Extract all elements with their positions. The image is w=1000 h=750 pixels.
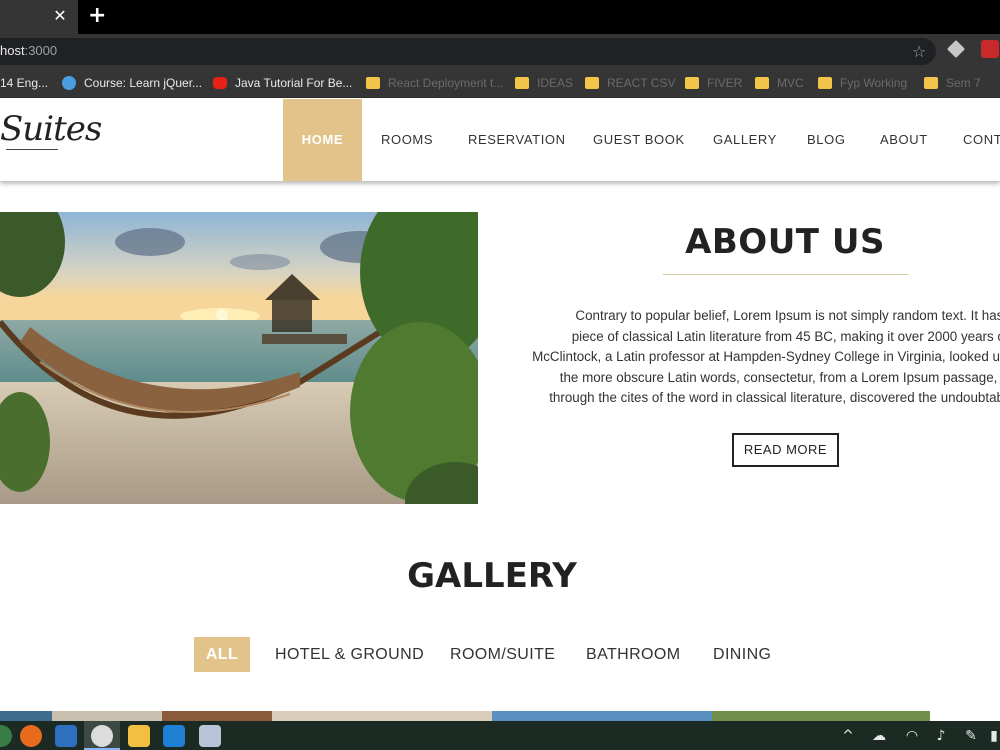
folder-icon: [585, 77, 599, 89]
bookmark-item[interactable]: Course: Learn jQuer...: [62, 74, 202, 92]
bookmark-item[interactable]: Sem 7: [924, 74, 981, 92]
folder-icon: [515, 77, 529, 89]
folder-icon: [366, 77, 380, 89]
bookmark-label: REACT CSV: [607, 76, 676, 90]
close-tab-icon[interactable]: ✕: [52, 8, 68, 24]
app-icon[interactable]: [199, 725, 221, 747]
nav-guest-book[interactable]: GUEST BOOK: [593, 99, 685, 181]
read-more-button[interactable]: READ MORE: [732, 433, 839, 467]
gallery-title: GALLERY: [407, 556, 577, 596]
site-header: Suites HOME ROOMS RESERVATION GUEST BOOK…: [0, 99, 1000, 181]
nav-reservation[interactable]: RESERVATION: [468, 99, 566, 181]
gallery-thumbnail[interactable]: [712, 711, 930, 721]
extension-red-icon[interactable]: [981, 40, 999, 58]
about-line: piece of classical Latin literature from…: [571, 328, 1000, 344]
bookmark-label: Fyp Working: [840, 76, 908, 90]
bookmark-item[interactable]: FIVER: [685, 74, 742, 92]
bookmark-item[interactable]: React Deployment t...: [366, 74, 503, 92]
folder-icon: [818, 77, 832, 89]
bookmark-item[interactable]: 14 Eng...: [0, 74, 48, 92]
gallery-filter-dining[interactable]: DINING: [713, 637, 771, 672]
about-line: McClintock, a Latin professor at Hampden…: [532, 349, 1000, 365]
nav-blog[interactable]: BLOG: [807, 99, 846, 181]
gallery-filter-hotel-ground[interactable]: HOTEL & GROUND: [275, 637, 424, 672]
youtube-icon: [213, 77, 227, 89]
bookmark-label: FIVER: [707, 76, 743, 90]
desktop-icon[interactable]: [55, 725, 77, 747]
bookmark-label: React Deployment t...: [388, 76, 504, 90]
bookmark-item[interactable]: IDEAS: [515, 74, 573, 92]
gallery-filter-bathroom[interactable]: BATHROOM: [586, 637, 680, 672]
bookmark-label: IDEAS: [537, 76, 574, 90]
bookmark-item[interactable]: REACT CSV: [585, 74, 675, 92]
new-tab-button[interactable]: +: [88, 5, 106, 27]
address-bar-row: host:3000 ☆: [0, 34, 1000, 68]
bulb-icon: [62, 76, 76, 90]
about-image-hammock-beach: [0, 212, 478, 504]
nav-contact[interactable]: CONTA: [963, 99, 1000, 181]
folder-icon: [685, 77, 699, 89]
vscode-icon[interactable]: [163, 725, 185, 747]
url-text[interactable]: host:3000: [0, 43, 57, 58]
start-icon[interactable]: [0, 725, 12, 747]
url-port: :3000: [24, 43, 58, 58]
about-title: ABOUT US: [685, 222, 885, 262]
gallery-thumbnail[interactable]: [272, 711, 492, 721]
about-paragraph: Contrary to popular belief, Lorem Ipsum …: [505, 306, 1000, 409]
tray-chevron-icon[interactable]: ^: [840, 727, 856, 745]
gallery-images-strip: [0, 711, 930, 721]
about-line: through the cites of the word in classic…: [549, 390, 1000, 406]
bookmark-label: Java Tutorial For Be...: [235, 76, 353, 90]
file-explorer-icon[interactable]: [128, 725, 150, 747]
folder-icon: [924, 77, 938, 89]
firefox-icon[interactable]: [20, 725, 42, 747]
about-line: the more obscure Latin words, consectetu…: [559, 369, 1000, 385]
browser-tab-active[interactable]: ✕: [0, 0, 78, 34]
bookmark-item[interactable]: Java Tutorial For Be...: [213, 74, 352, 92]
gallery-thumbnail[interactable]: [492, 711, 712, 721]
wifi-icon[interactable]: ◠: [903, 727, 921, 745]
nav-home[interactable]: HOME: [283, 99, 362, 181]
gallery-thumbnail[interactable]: [162, 711, 272, 721]
gallery-filter-room-suite[interactable]: ROOM/SUITE: [450, 637, 555, 672]
bookmarks-bar: 14 Eng... Course: Learn jQuer... Java Tu…: [0, 68, 1000, 98]
about-line: Contrary to popular belief, Lorem Ipsum …: [575, 308, 1000, 323]
nav-gallery[interactable]: GALLERY: [713, 99, 777, 181]
volume-icon[interactable]: ♪: [932, 727, 950, 745]
url-host: host: [0, 43, 25, 58]
chrome-icon[interactable]: [91, 725, 113, 747]
bookmark-label: Sem 7: [946, 76, 981, 90]
nav-about[interactable]: ABOUT: [880, 99, 928, 181]
logo-underline: [6, 149, 58, 150]
tray-overflow-icon[interactable]: ▮: [988, 727, 1000, 745]
browser-tabstrip: ✕ +: [0, 0, 1000, 34]
site-logo[interactable]: Suites: [0, 109, 102, 149]
bookmark-item[interactable]: Fyp Working: [818, 74, 907, 92]
os-taskbar: ^ ☁ ◠ ♪ ✎ ▮: [0, 721, 1000, 750]
bookmark-label: Course: Learn jQuer...: [84, 76, 203, 90]
pen-icon[interactable]: ✎: [962, 727, 980, 745]
gallery-thumbnail[interactable]: [52, 711, 162, 721]
folder-icon: [755, 77, 769, 89]
bookmark-label: 14 Eng...: [0, 76, 49, 90]
gallery-thumbnail[interactable]: [0, 711, 52, 721]
nav-rooms[interactable]: ROOMS: [381, 99, 433, 181]
gallery-filter-all[interactable]: ALL: [194, 637, 250, 672]
address-bar[interactable]: [0, 38, 936, 65]
about-title-underline: [663, 274, 908, 275]
bookmark-item[interactable]: MVC: [755, 74, 804, 92]
tray-cloud-icon[interactable]: ☁: [870, 727, 888, 745]
bookmark-label: MVC: [777, 76, 804, 90]
bookmark-star-icon[interactable]: ☆: [910, 43, 928, 61]
